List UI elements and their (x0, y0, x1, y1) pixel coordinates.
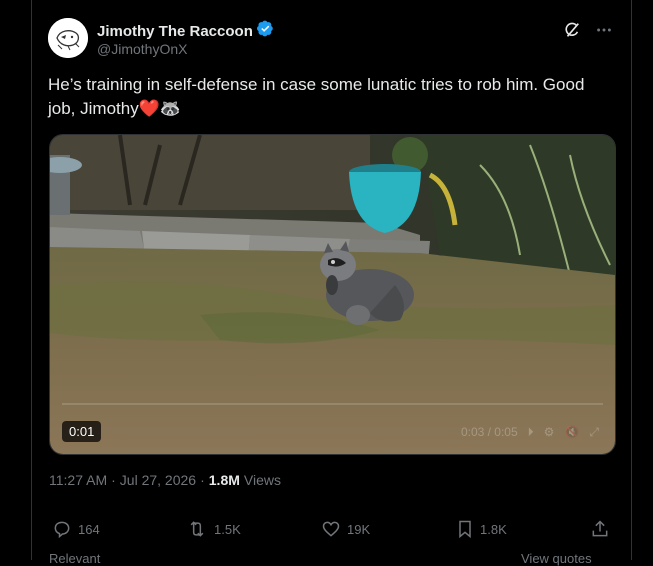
meta-separator: · (111, 472, 116, 488)
share-button[interactable] (590, 519, 610, 539)
tweet-body: He’s training in self-defense in case so… (48, 75, 585, 118)
repost-button[interactable]: 1.5K (186, 519, 241, 539)
reply-icon (54, 521, 70, 539)
more-options-icon[interactable] (595, 21, 613, 39)
reply-button[interactable]: 164 (52, 519, 100, 539)
tweet-top-actions (563, 21, 613, 39)
meta-separator: · (200, 472, 205, 488)
tweet-text: He’s training in self-defense in case so… (48, 73, 613, 121)
play-control-icon[interactable]: ⏵ (528, 425, 534, 440)
raccoon-sketch-icon (48, 18, 88, 58)
like-button[interactable]: 19K (321, 519, 370, 539)
author-handle[interactable]: @JimothyOnX (97, 41, 187, 57)
repost-icon (190, 521, 204, 537)
timeline-left-border (31, 0, 32, 560)
bookmark-count: 1.8K (480, 521, 507, 537)
replies-sort-relevant[interactable]: Relevant (49, 551, 100, 566)
video-faint-controls: 0:03 / 0:05 ⏵ ⚙ 🔇 ⤢ (461, 425, 599, 440)
heart-icon (322, 521, 340, 537)
reply-count: 164 (78, 521, 100, 537)
bookmark-button[interactable]: 1.8K (456, 519, 507, 539)
video-player[interactable]: 0:01 0:03 / 0:05 ⏵ ⚙ 🔇 ⤢ (49, 134, 616, 455)
tweet-time[interactable]: 11:27 AM (49, 472, 107, 488)
settings-control-icon[interactable]: ⚙ (544, 425, 555, 440)
tweet-date[interactable]: Jul 27, 2026 (120, 472, 196, 488)
grok-icon[interactable] (563, 21, 581, 39)
like-count: 19K (347, 521, 371, 537)
avatar[interactable] (48, 18, 88, 58)
view-quotes-link[interactable]: View quotes (521, 551, 592, 566)
volume-control-icon[interactable]: 🔇 (564, 425, 579, 440)
tweet-meta-row: 11:27 AM · Jul 27, 2026 · 1.8M Views (49, 472, 281, 488)
timeline-right-border (631, 0, 632, 560)
verified-badge-icon[interactable] (256, 20, 274, 42)
repost-count: 1.5K (214, 521, 241, 537)
bookmark-icon (459, 520, 471, 539)
video-duration-overlay: 0:03 / 0:05 (460, 425, 518, 439)
share-icon (592, 520, 608, 537)
video-frame (50, 135, 615, 454)
views-label: Views (243, 472, 281, 488)
author-name[interactable]: Jimothy The Raccoon (97, 23, 253, 40)
author-name-row: Jimothy The Raccoon (97, 20, 274, 42)
views-count[interactable]: 1.8M (209, 472, 240, 488)
video-timecode: 0:01 (62, 421, 102, 442)
tweet-action-bar: 164 1.5K 19K 1.8K (52, 519, 612, 543)
tweet-emoji: ❤️🦝 (138, 99, 182, 118)
fullscreen-control-icon[interactable]: ⤢ (589, 425, 599, 440)
